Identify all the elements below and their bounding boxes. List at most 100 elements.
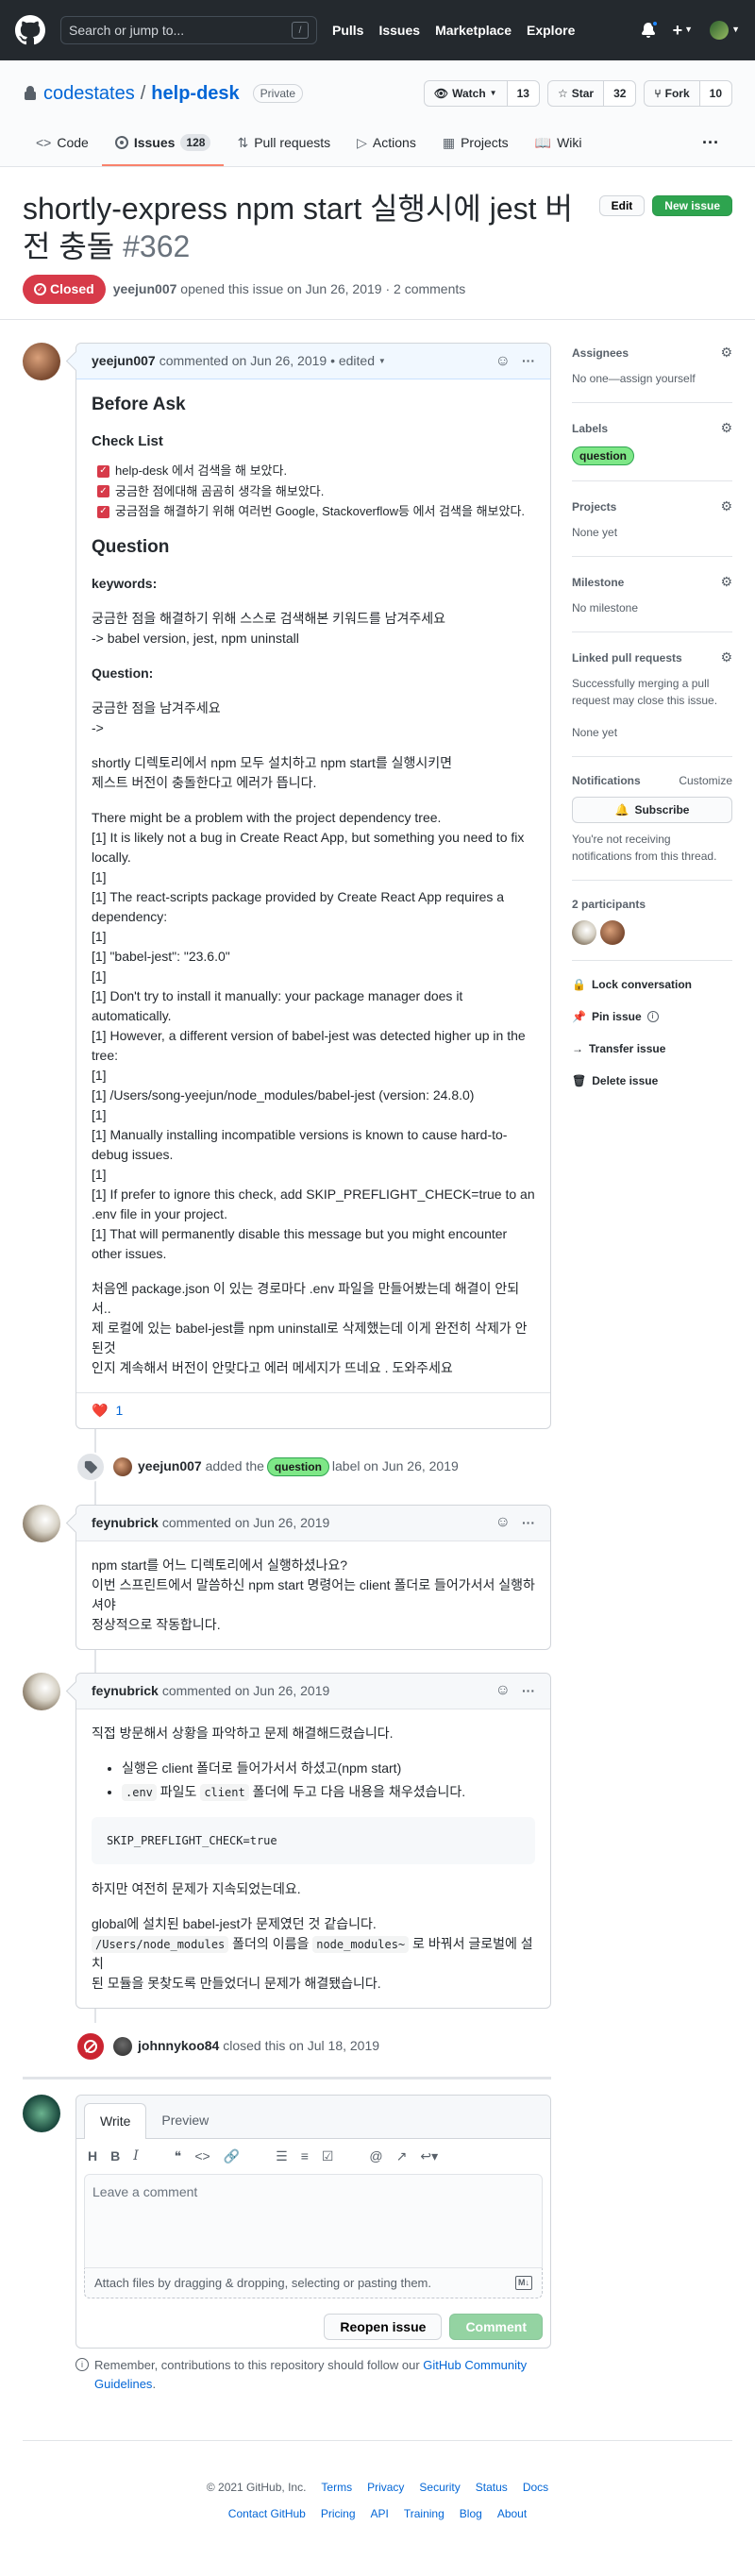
comment-textarea[interactable]: Leave a comment [84, 2173, 543, 2268]
gear-icon[interactable]: ⚙ [720, 572, 732, 592]
pin-issue-link[interactable]: 📌 Pin issue i [572, 1008, 732, 1025]
github-logo-icon[interactable] [15, 15, 45, 45]
footer-link-pricing[interactable]: Pricing [321, 2505, 356, 2522]
text: 폴더의 이름을 [228, 1935, 313, 1951]
log-line: [1] [92, 1166, 107, 1182]
footer-link-docs[interactable]: Docs [523, 2479, 548, 2496]
repo-owner-link[interactable]: codestates [43, 79, 135, 108]
create-new-plus-icon[interactable]: + ▼ [673, 18, 693, 43]
notifications-bell-icon[interactable] [641, 20, 659, 38]
footer-link-privacy[interactable]: Privacy [367, 2479, 404, 2496]
ordered-list-icon[interactable]: ≡ [301, 2147, 309, 2166]
label-question[interactable]: question [266, 1457, 329, 1476]
edit-title-button[interactable]: Edit [598, 195, 646, 216]
gear-icon[interactable]: ⚙ [720, 648, 732, 667]
fork-count[interactable]: 10 [699, 81, 731, 106]
italic-icon[interactable]: I [133, 2147, 139, 2166]
heart-reaction-button[interactable]: ❤️ 1 [92, 1401, 123, 1421]
kebab-menu-icon[interactable]: ··· [522, 1513, 535, 1533]
comment-body: npm start를 어느 디렉토리에서 실행하셨나요? 이번 스프린트에서 말씀… [76, 1541, 550, 1649]
kebab-menu-icon[interactable]: ··· [522, 1681, 535, 1701]
user-menu[interactable]: ▼ [710, 21, 740, 40]
comment-button[interactable]: Comment [449, 2314, 543, 2340]
tab-wiki[interactable]: 📖 Wiki [522, 121, 596, 166]
tab-issues[interactable]: Issues 128 [101, 121, 225, 166]
transfer-issue-link[interactable]: → Transfer issue [572, 1040, 732, 1057]
text: closed this on Jul 18, 2019 [223, 2038, 380, 2053]
comment-author-link[interactable]: feynubrick [92, 1513, 159, 1533]
mention-icon[interactable]: @ [369, 2147, 382, 2166]
star-button[interactable]: ☆ Star [548, 81, 605, 106]
repo-name-link[interactable]: help-desk [151, 79, 239, 108]
subscribe-button[interactable]: 🔔 Subscribe [572, 797, 732, 823]
lock-conversation-link[interactable]: 🔒 Lock conversation [572, 976, 732, 993]
tab-preview[interactable]: Preview [146, 2103, 224, 2138]
avatar[interactable] [23, 1672, 60, 1710]
participant-avatar[interactable] [600, 920, 625, 945]
cross-reference-icon[interactable]: ↗ [396, 2147, 408, 2166]
footer-link-status[interactable]: Status [476, 2479, 508, 2496]
nav-pulls[interactable]: Pulls [332, 21, 363, 41]
unordered-list-icon[interactable]: ☰ [276, 2147, 288, 2166]
link-icon[interactable]: 🔗 [224, 2147, 240, 2166]
text: Transfer issue [589, 1042, 666, 1055]
heading-icon[interactable]: H [88, 2147, 97, 2166]
nav-explore[interactable]: Explore [527, 21, 575, 41]
participant-avatar[interactable] [572, 920, 596, 945]
actor-link[interactable]: johnnykoo84 [138, 2038, 219, 2053]
smiley-icon[interactable]: ☺ [495, 350, 511, 373]
actor-link[interactable]: yeejun007 [138, 1458, 202, 1473]
chevron-down-icon[interactable]: ▼ [378, 356, 386, 367]
comment-author-link[interactable]: feynubrick [92, 1681, 159, 1701]
tab-pull-requests[interactable]: ⇅ Pull requests [224, 121, 344, 166]
footer-link-terms[interactable]: Terms [321, 2479, 352, 2496]
footer-link-contact[interactable]: Contact GitHub [228, 2505, 306, 2522]
label-question[interactable]: question [572, 446, 634, 465]
task-list-icon[interactable]: ☑ [322, 2147, 334, 2166]
code-icon[interactable]: <> [194, 2147, 210, 2166]
avatar[interactable] [113, 2036, 132, 2056]
kebab-menu-icon[interactable]: ··· [522, 351, 535, 371]
sidebar-heading: Milestone [572, 575, 625, 589]
comment-meta: commented on Jun 26, 2019 • edited [159, 353, 375, 368]
footer-link-security[interactable]: Security [419, 2479, 460, 2496]
tab-write[interactable]: Write [84, 2102, 147, 2139]
tab-code[interactable]: <> Code [23, 121, 102, 166]
search-input[interactable]: Search or jump to... / [60, 16, 317, 44]
nav-marketplace[interactable]: Marketplace [435, 21, 512, 41]
avatar[interactable] [23, 1504, 60, 1542]
watch-count[interactable]: 13 [507, 81, 539, 106]
new-issue-button[interactable]: New issue [652, 195, 732, 216]
star-count[interactable]: 32 [604, 81, 636, 106]
more-menu-icon[interactable]: ··· [689, 121, 732, 166]
attach-files-area[interactable]: Attach files by dragging & dropping, sel… [84, 2267, 543, 2298]
reopen-issue-button[interactable]: Reopen issue [324, 2314, 443, 2340]
watch-button[interactable]: 👁 Watch ▼ [425, 81, 508, 106]
comment-author-link[interactable]: yeejun007 [92, 351, 156, 371]
avatar[interactable] [113, 1456, 132, 1476]
smiley-icon[interactable]: ☺ [495, 1679, 511, 1702]
footer-link-blog[interactable]: Blog [460, 2505, 482, 2522]
nav-issues[interactable]: Issues [378, 21, 420, 41]
footer-link-training[interactable]: Training [404, 2505, 445, 2522]
quote-icon[interactable]: ❝ [175, 2147, 182, 2166]
heading-before-ask: Before Ask [92, 395, 186, 414]
gear-icon[interactable]: ⚙ [720, 343, 732, 362]
footer-link-about[interactable]: About [497, 2505, 527, 2522]
footer-link-api[interactable]: API [371, 2505, 389, 2522]
issue-author-link[interactable]: yeejun007 [113, 279, 177, 299]
fork-button[interactable]: ⑂ Fork [645, 81, 700, 106]
delete-issue-link[interactable]: 🗑 Delete issue [572, 1072, 732, 1089]
bold-icon[interactable]: B [110, 2147, 120, 2166]
markdown-icon[interactable]: M↓ [515, 2275, 532, 2290]
customize-link[interactable]: Customize [679, 772, 732, 789]
tab-actions[interactable]: ▷ Actions [344, 121, 429, 166]
assignees-text[interactable]: No one—assign yourself [572, 370, 732, 387]
avatar[interactable] [23, 343, 60, 380]
gear-icon[interactable]: ⚙ [720, 418, 732, 438]
smiley-icon[interactable]: ☺ [495, 1511, 511, 1534]
avatar[interactable] [23, 2094, 60, 2132]
reply-icon[interactable]: ↩▾ [420, 2147, 438, 2166]
gear-icon[interactable]: ⚙ [720, 497, 732, 516]
tab-projects[interactable]: ▦ Projects [429, 121, 522, 166]
